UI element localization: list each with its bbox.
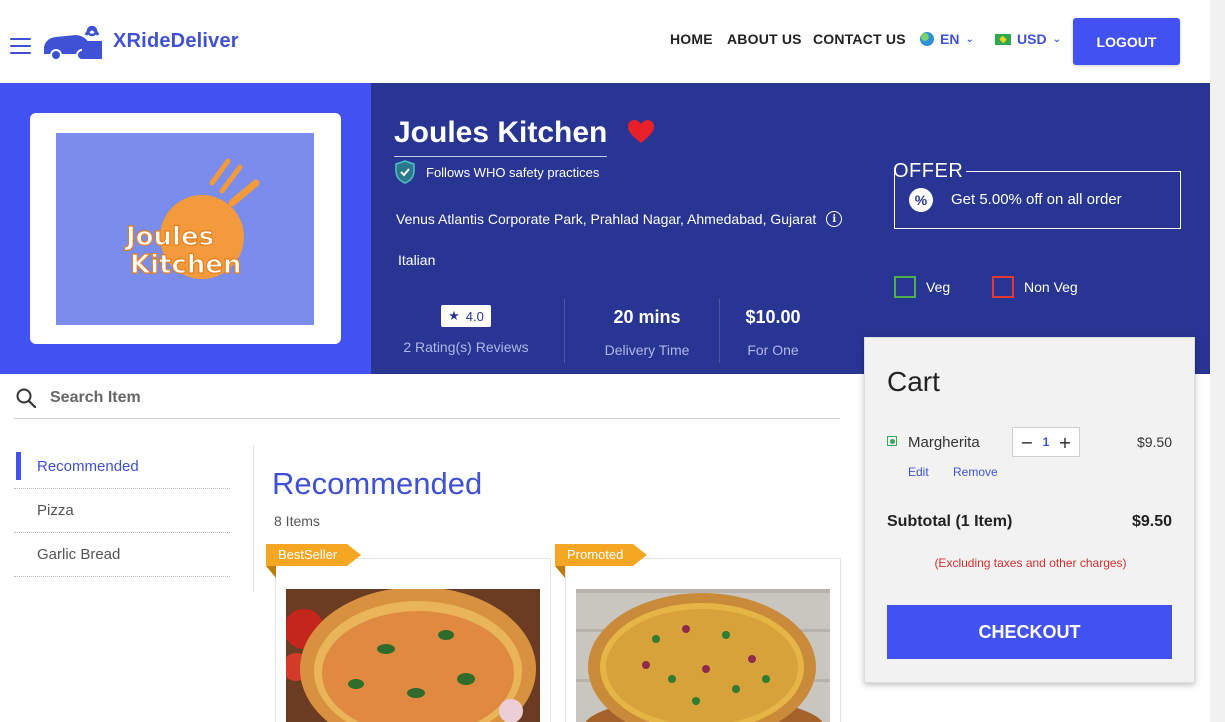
safety-text: Follows WHO safety practices xyxy=(426,164,600,180)
flag-icon xyxy=(995,33,1011,45)
veg-indicator-icon xyxy=(887,436,897,446)
restaurant-name: Joules Kitchen xyxy=(394,116,608,157)
info-icon[interactable]: i xyxy=(826,211,843,227)
chevron-down-icon: ⌄ xyxy=(965,33,974,45)
cart-panel: Cart Margherita − 1 + $9.50 Edit Remove … xyxy=(864,337,1195,683)
non-veg-label: Non Veg xyxy=(1024,279,1078,295)
restaurant-logo-card: Joules Kitchen xyxy=(30,113,341,344)
brand-name[interactable]: XRideDeliver xyxy=(113,30,239,53)
stat-divider xyxy=(564,299,565,363)
tax-note: (Excluding taxes and other charges) xyxy=(934,556,1127,570)
product-card[interactable] xyxy=(275,558,551,722)
search-bar xyxy=(14,378,840,419)
offer-box: % Get 5.00% off on all order xyxy=(894,171,1181,229)
checkout-button[interactable]: CHECKOUT xyxy=(887,605,1172,659)
cart-title: Cart xyxy=(887,366,940,397)
offer-text: Get 5.00% off on all order xyxy=(951,191,1122,208)
cuisine-label: Italian xyxy=(398,252,436,268)
hero-logo-panel: Joules Kitchen xyxy=(0,83,371,374)
non-veg-filter[interactable]: Non Veg xyxy=(992,276,1078,298)
subtotal-value: $9.50 xyxy=(1131,513,1172,530)
delivery-stat: 20 mins Delivery Time xyxy=(577,299,717,365)
rating-value: 4.0 xyxy=(465,308,484,324)
favorite-heart-icon[interactable] xyxy=(627,119,655,145)
logo-text-line-2: Kitchen xyxy=(130,250,242,280)
restaurant-address: Venus Atlantis Corporate Park, Prahlad N… xyxy=(396,211,843,227)
subtotal-label: Subtotal (1 Item) xyxy=(887,513,1013,530)
category-menu: Recommended Pizza Garlic Bread xyxy=(14,445,230,577)
increase-quantity-button[interactable]: + xyxy=(1056,433,1074,452)
category-item-garlic-bread[interactable]: Garlic Bread xyxy=(14,533,230,577)
product-image[interactable] xyxy=(286,589,540,722)
hamburger-menu-icon[interactable] xyxy=(10,38,31,54)
cart-item-name: Margherita xyxy=(908,434,980,451)
xride-logo-icon[interactable] xyxy=(42,21,104,61)
rating-badge: ★ 4.0 xyxy=(441,305,491,327)
nav-contact-link[interactable]: CONTACT US xyxy=(813,31,906,47)
price-stat: $10.00 For One xyxy=(731,299,815,365)
stat-divider xyxy=(719,299,720,363)
logout-button[interactable]: LOGOUT xyxy=(1073,18,1180,65)
star-icon: ★ xyxy=(448,308,460,323)
cart-item-price: $9.50 xyxy=(1136,434,1172,450)
joules-kitchen-logo-icon: Joules Kitchen xyxy=(123,158,260,281)
discount-icon: % xyxy=(909,187,933,212)
price-for-one: $10.00 xyxy=(745,307,801,327)
veg-label: Veg xyxy=(926,279,951,295)
language-selector[interactable]: EN ⌄ xyxy=(920,31,974,47)
quantity-value: 1 xyxy=(1042,435,1050,449)
language-value: EN xyxy=(940,31,960,47)
top-navbar: XRideDeliver HOME ABOUT US CONTACT US EN… xyxy=(0,0,1225,82)
search-icon[interactable] xyxy=(16,388,36,408)
section-title: Recommended xyxy=(272,466,483,501)
chevron-down-icon: ⌄ xyxy=(1052,33,1061,45)
quantity-stepper: − 1 + xyxy=(1012,427,1080,457)
edit-item-link[interactable]: Edit xyxy=(908,465,929,479)
product-card[interactable] xyxy=(565,558,841,722)
logo-text-line-1: Joules xyxy=(124,222,214,252)
pizza-image xyxy=(576,589,830,722)
rating-label[interactable]: 2 Rating(s) Reviews xyxy=(391,339,541,355)
search-input[interactable] xyxy=(50,389,450,407)
nav-home-link[interactable]: HOME xyxy=(670,31,713,47)
restaurant-info-panel: Joules Kitchen Follows WHO safety practi… xyxy=(371,83,1210,374)
shield-check-icon xyxy=(395,160,415,184)
page-scrollbar[interactable] xyxy=(1210,0,1225,722)
delivery-time: 20 mins xyxy=(613,307,681,327)
price-label: For One xyxy=(747,342,799,358)
product-image[interactable] xyxy=(576,589,830,722)
item-count: 8 Items xyxy=(274,513,320,529)
bestseller-badge: BestSeller xyxy=(266,544,362,578)
promoted-badge: Promoted xyxy=(555,544,648,578)
restaurant-logo: Joules Kitchen xyxy=(56,133,314,325)
remove-item-link[interactable]: Remove xyxy=(953,465,998,479)
currency-value: USD xyxy=(1017,31,1047,47)
category-item-pizza[interactable]: Pizza xyxy=(14,489,230,533)
pizza-image xyxy=(286,589,540,722)
rating-stat: ★ 4.0 2 Rating(s) Reviews xyxy=(391,299,541,365)
safety-badge: Follows WHO safety practices xyxy=(394,160,599,184)
non-veg-checkbox[interactable] xyxy=(992,276,1014,298)
category-item-recommended[interactable]: Recommended xyxy=(14,445,230,489)
globe-icon xyxy=(920,32,934,46)
menu-divider xyxy=(253,445,254,592)
veg-filter[interactable]: Veg xyxy=(894,276,950,298)
delivery-label: Delivery Time xyxy=(604,342,690,358)
address-text: Venus Atlantis Corporate Park, Prahlad N… xyxy=(396,211,817,227)
decrease-quantity-button[interactable]: − xyxy=(1018,433,1036,452)
nav-about-link[interactable]: ABOUT US xyxy=(727,31,802,47)
veg-checkbox[interactable] xyxy=(894,276,916,298)
currency-selector[interactable]: USD ⌄ xyxy=(995,31,1061,47)
